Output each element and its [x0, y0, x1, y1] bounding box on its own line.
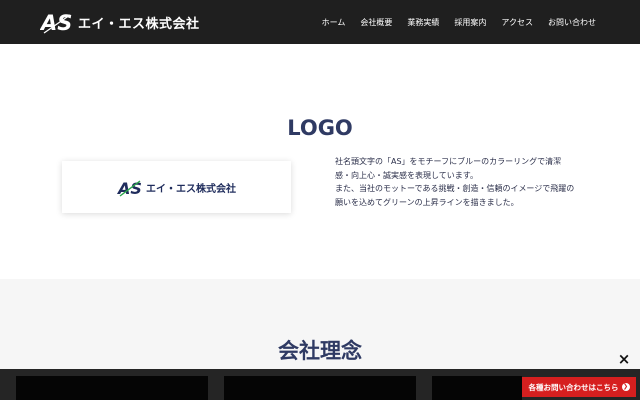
banner-panel[interactable] — [16, 376, 208, 400]
nav-contact[interactable]: お問い合わせ — [548, 17, 596, 28]
main-nav: ホーム 会社概要 業務実績 採用案内 アクセス お問い合わせ — [322, 0, 596, 44]
nav-company-profile[interactable]: 会社概要 — [360, 17, 392, 28]
nav-home[interactable]: ホーム — [322, 17, 346, 28]
nav-access[interactable]: アクセス — [501, 17, 533, 28]
svg-text:AS: AS — [40, 11, 72, 35]
as-logo-icon: AS — [117, 179, 142, 197]
brand-logo[interactable]: AS エイ・エス株式会社 — [40, 9, 200, 35]
logo-description-paragraph: また、当社のモットーである挑戦・創造・信頼のイメージで飛躍の願いを込めてグリーン… — [335, 184, 575, 207]
logo-description-paragraph: 社名頭文字の「AS」をモチーフにブルーのカラーリングで清潔感・向上心・誠実感を表… — [335, 157, 562, 180]
contact-cta-button[interactable]: 各種お問い合わせはこちら ❯ — [522, 377, 636, 397]
logo-card-name: エイ・エス株式会社 — [146, 183, 236, 195]
close-icon[interactable]: × — [617, 351, 631, 367]
logo-section: LOGO AS エイ・エス株式会社 社名頭文字の「AS」をモチーフにブルーのカラ… — [0, 44, 640, 279]
philosophy-title: 会社理念 — [278, 339, 362, 363]
contact-cta-label: 各種お問い合わせはこちら — [528, 382, 619, 392]
banner-panel[interactable] — [432, 376, 522, 400]
banner-panel[interactable] — [224, 376, 416, 400]
site-header: AS エイ・エス株式会社 ホーム 会社概要 業務実績 採用案内 アクセス お問い… — [0, 0, 640, 44]
logo-card: AS エイ・エス株式会社 — [62, 161, 291, 213]
nav-recruitment[interactable]: 採用案内 — [454, 17, 486, 28]
as-logo-icon: AS — [40, 11, 72, 35]
brand-name: エイ・エス株式会社 — [78, 16, 200, 32]
nav-business-results[interactable]: 業務実績 — [407, 17, 439, 28]
arrow-right-icon: ❯ — [621, 383, 630, 391]
logo-section-title: LOGO — [287, 116, 353, 140]
logo-description: 社名頭文字の「AS」をモチーフにブルーのカラーリングで清潔感・向上心・誠実感を表… — [335, 155, 575, 209]
